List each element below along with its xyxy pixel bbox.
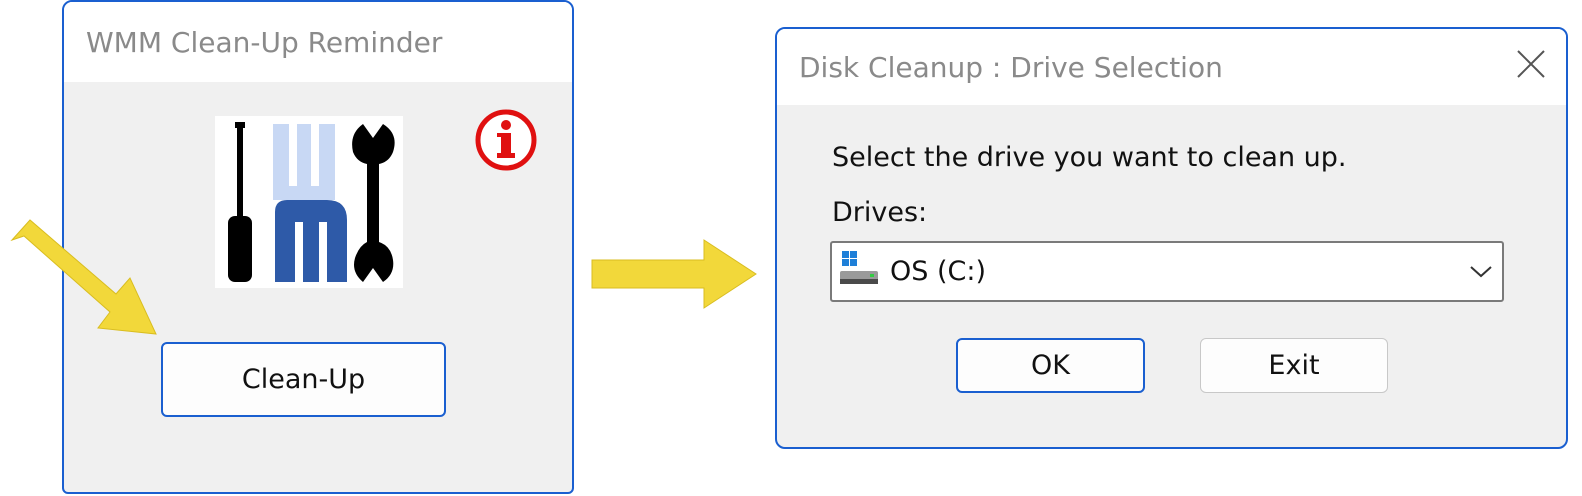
chevron-down-icon[interactable] bbox=[1468, 261, 1494, 286]
selected-drive-value: OS (C:) bbox=[890, 256, 986, 287]
reminder-titlebar[interactable]: WMM Clean-Up Reminder bbox=[64, 2, 572, 82]
exit-button[interactable]: Exit bbox=[1200, 338, 1388, 393]
disk-cleanup-titlebar[interactable]: Disk Cleanup : Drive Selection bbox=[777, 29, 1566, 105]
arrow-to-disk-cleanup-window-icon bbox=[588, 236, 760, 317]
cleanup-button[interactable]: Clean-Up bbox=[161, 342, 446, 417]
disk-cleanup-window: Disk Cleanup : Drive Selection Select th… bbox=[775, 27, 1568, 449]
arrow-pointing-to-cleanup-button-icon bbox=[6, 206, 166, 351]
ok-button[interactable]: OK bbox=[956, 338, 1145, 393]
drives-label: Drives: bbox=[832, 197, 928, 228]
cleanup-button-label: Clean-Up bbox=[241, 364, 366, 395]
exit-button-label: Exit bbox=[1268, 350, 1320, 381]
close-icon[interactable] bbox=[1516, 49, 1546, 83]
reminder-window-title: WMM Clean-Up Reminder bbox=[86, 26, 443, 59]
info-icon bbox=[474, 108, 538, 177]
windows-drive-icon bbox=[840, 251, 880, 292]
drive-select-dropdown[interactable]: OS (C:) bbox=[830, 241, 1504, 302]
ok-button-label: OK bbox=[1031, 350, 1070, 381]
drive-prompt-label: Select the drive you want to clean up. bbox=[832, 142, 1347, 173]
disk-cleanup-window-title: Disk Cleanup : Drive Selection bbox=[799, 51, 1223, 84]
wmm-tools-logo-icon bbox=[215, 116, 403, 288]
